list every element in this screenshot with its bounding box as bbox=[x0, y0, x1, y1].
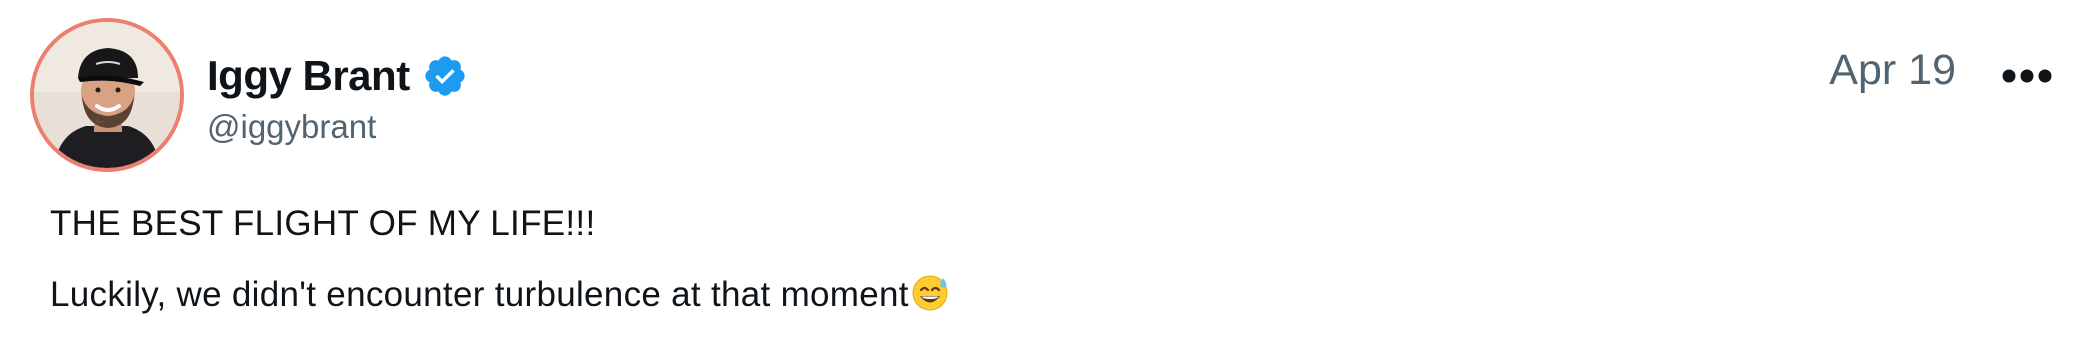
post-card: Iggy Brant @iggybrant Apr 19 THE BEST FL… bbox=[0, 0, 2078, 350]
grinning-face-with-sweat-emoji-icon bbox=[912, 275, 948, 311]
author-name-row: Iggy Brant bbox=[207, 48, 468, 104]
verified-badge-icon bbox=[425, 56, 465, 96]
post-date[interactable]: Apr 19 bbox=[1829, 46, 1956, 95]
post-text-line-2-content: Luckily, we didn't encounter turbulence … bbox=[50, 275, 909, 314]
author-display-name[interactable]: Iggy Brant bbox=[207, 52, 410, 100]
post-text-line-1-content: THE BEST FLIGHT OF MY LIFE!!! bbox=[50, 204, 596, 243]
author-handle[interactable]: @iggybrant bbox=[207, 108, 376, 146]
post-text-line-2: Luckily, we didn't encounter turbulence … bbox=[50, 272, 950, 315]
post-text-line-1: THE BEST FLIGHT OF MY LIFE!!! bbox=[50, 204, 595, 244]
profile-photo bbox=[34, 22, 180, 168]
avatar[interactable] bbox=[30, 18, 184, 172]
more-options-icon[interactable] bbox=[2000, 58, 2054, 94]
